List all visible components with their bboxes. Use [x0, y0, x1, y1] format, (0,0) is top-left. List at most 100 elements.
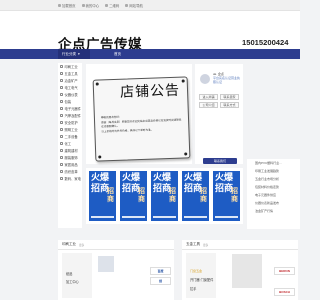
- brand-logo[interactable]: BERON: [274, 267, 295, 275]
- sidebar-item[interactable]: 安全防护: [58, 119, 82, 126]
- product-thumbnail[interactable]: [232, 254, 262, 288]
- shop-notice-banner[interactable]: 店铺公告 尊敬的朋友您好： 感谢（每月会员）顾客您好欢迎光临本店商品价格以及发货…: [86, 64, 192, 164]
- news-list: 国内PVC塑料行业... 印刷工业发展趋势 五金行业市场分析 包装材料价格走势 …: [247, 159, 300, 229]
- category-icon: [60, 163, 63, 166]
- top-link-qrcode[interactable]: 二维码: [105, 3, 119, 8]
- notice-paragraph: 以上价格均为参考价格，具体以下单时为准。: [101, 128, 154, 134]
- product-thumbnail[interactable]: [98, 256, 114, 272]
- category-icon: [60, 79, 63, 82]
- category-icon: [60, 86, 63, 89]
- category-icon: [60, 135, 63, 138]
- promo-posters: 火爆招商 招商 火爆招商 招商 火爆招商 招商 火爆招商 招商 火爆招商 招商: [86, 168, 243, 224]
- sitemap-icon: [125, 4, 129, 7]
- category-icon: [60, 149, 63, 152]
- sidebar-item[interactable]: 汽摩及配件: [58, 112, 82, 119]
- contact-us-button[interactable]: 联系我们: [203, 158, 237, 164]
- panel-link[interactable]: 门窗五金: [190, 269, 202, 273]
- category-panel-printing: 印刷工业 更多 纸品 加工中心 百度 创: [58, 240, 174, 300]
- category-icon: [60, 142, 63, 145]
- category-icon: [60, 121, 63, 124]
- sidebar-item[interactable]: 数码、家电: [58, 175, 82, 182]
- panel-link[interactable]: 拉手: [190, 286, 196, 291]
- panel-link[interactable]: 加工中心: [66, 279, 79, 284]
- sidebar-item[interactable]: 印刷工业: [58, 63, 82, 70]
- category-icon: [60, 156, 63, 159]
- home-icon: [58, 4, 61, 7]
- list-item[interactable]: 国内PVC塑料行业...: [247, 159, 300, 167]
- chevron-down-icon: ▾: [78, 52, 80, 56]
- promo-poster[interactable]: 火爆招商 招商: [89, 171, 116, 221]
- pin-icon: [184, 152, 188, 156]
- sidebar-item[interactable]: 冶金矿产: [58, 77, 82, 84]
- promo-poster[interactable]: 火爆招商 招商: [151, 171, 178, 221]
- panel-link[interactable]: 纸品: [66, 271, 72, 276]
- header: 企点广告传媒 15015200424: [0, 11, 300, 52]
- promo-poster[interactable]: 火爆招商 招商: [120, 171, 147, 221]
- enter-shop-button[interactable]: 进入商铺: [199, 94, 218, 100]
- panel-header: 五金工具 更多: [182, 240, 298, 250]
- panel-header: 印刷工业 更多: [58, 240, 174, 250]
- notice-title: 店铺公告: [119, 82, 181, 101]
- sidebar-item[interactable]: 建筑建材: [58, 147, 82, 154]
- top-bar: 加载首页 我的中心 二维码 网站导航: [0, 0, 300, 11]
- panel-title[interactable]: 印刷工业: [62, 242, 76, 247]
- company-avatar: [200, 74, 210, 84]
- category-icon: [60, 100, 63, 103]
- sidebar-item[interactable]: 包装: [58, 98, 82, 105]
- sidebar-item[interactable]: 家居用品: [58, 161, 82, 168]
- qrcode-icon: [105, 4, 109, 7]
- panel-side: [186, 253, 216, 298]
- sidebar-item[interactable]: 仪器仪表: [58, 91, 82, 98]
- brand-logo[interactable]: 百度: [150, 267, 171, 275]
- list-item[interactable]: 冶金矿产行情: [247, 207, 300, 215]
- top-link-sitemap[interactable]: 网站导航: [125, 3, 143, 8]
- promo-poster[interactable]: 火爆招商 招商: [182, 171, 209, 221]
- contact-phone: 15015200424: [242, 38, 289, 47]
- panel-link[interactable]: 开门器·门窗配件: [190, 277, 213, 282]
- nav-item-home[interactable]: 首页: [114, 49, 121, 59]
- category-icon: [60, 65, 63, 68]
- category-sidebar: 印刷工业 五金工具 冶金矿产 电工电气 仪器仪表 包装 电子元器件 汽摩及配件 …: [58, 63, 82, 228]
- company-intro-button[interactable]: 公司介绍: [199, 102, 218, 108]
- brand-logo[interactable]: BOSCH: [274, 288, 295, 296]
- list-item[interactable]: 仪器仪表新品发布: [247, 199, 300, 207]
- contact-seller-button[interactable]: 联系卖家: [220, 94, 239, 100]
- main-nav: 行业分类 ▾ 首页: [0, 49, 300, 59]
- category-icon: [60, 128, 63, 131]
- sidebar-item[interactable]: 电子元器件: [58, 105, 82, 112]
- list-item[interactable]: 电子元器件供应: [247, 191, 300, 199]
- pin-icon: [98, 155, 102, 159]
- brand-logo[interactable]: 创: [150, 277, 171, 285]
- category-panel-hardware: 五金工具 更多 门窗五金 开门器·门窗配件 拉手 BERON BOSCH: [182, 240, 298, 300]
- panel-title[interactable]: 五金工具: [186, 242, 200, 247]
- category-icon: [60, 170, 63, 173]
- more-link[interactable]: 更多: [203, 243, 208, 247]
- top-links: 加载首页 我的中心 二维码 网站导航: [58, 3, 143, 8]
- pin-icon: [181, 79, 185, 83]
- category-icon: [60, 107, 63, 110]
- company-verification: 平台实名认证营业执照认证: [213, 76, 241, 84]
- list-item[interactable]: 印刷工业发展趋势: [247, 167, 300, 175]
- sidebar-item[interactable]: 电工电气: [58, 84, 82, 91]
- category-icon: [60, 93, 63, 96]
- user-icon: [81, 4, 85, 7]
- top-link-center[interactable]: 我的中心: [81, 3, 99, 8]
- sidebar-item[interactable]: 纺织皮革: [58, 168, 82, 175]
- sidebar-item[interactable]: 二手设备: [58, 133, 82, 140]
- sidebar-item[interactable]: 化工: [58, 140, 82, 147]
- category-icon: [60, 72, 63, 75]
- contact-info-button[interactable]: 联系方式: [220, 102, 239, 108]
- category-icon: [60, 114, 63, 117]
- top-link-home[interactable]: 加载首页: [58, 3, 76, 8]
- list-item[interactable]: 包装材料价格走势: [247, 183, 300, 191]
- promo-poster[interactable]: 火爆招商 招商: [213, 171, 240, 221]
- sidebar-item[interactable]: 五金工具: [58, 70, 82, 77]
- sidebar-item[interactable]: 照明工业: [58, 126, 82, 133]
- notice-body: 尊敬的朋友您好： 感谢（每月会员）顾客您好欢迎光临本店商品价格以及发货时间请联系…: [101, 114, 184, 137]
- sidebar-item[interactable]: 服装服饰: [58, 154, 82, 161]
- category-menu-button[interactable]: 行业分类 ▾: [58, 49, 90, 59]
- notice-card: 店铺公告 尊敬的朋友您好： 感谢（每月会员）顾客您好欢迎光临本店商品价格以及发货…: [92, 76, 191, 162]
- category-icon: [60, 177, 63, 180]
- more-link[interactable]: 更多: [79, 243, 84, 247]
- list-item[interactable]: 五金行业市场分析: [247, 175, 300, 183]
